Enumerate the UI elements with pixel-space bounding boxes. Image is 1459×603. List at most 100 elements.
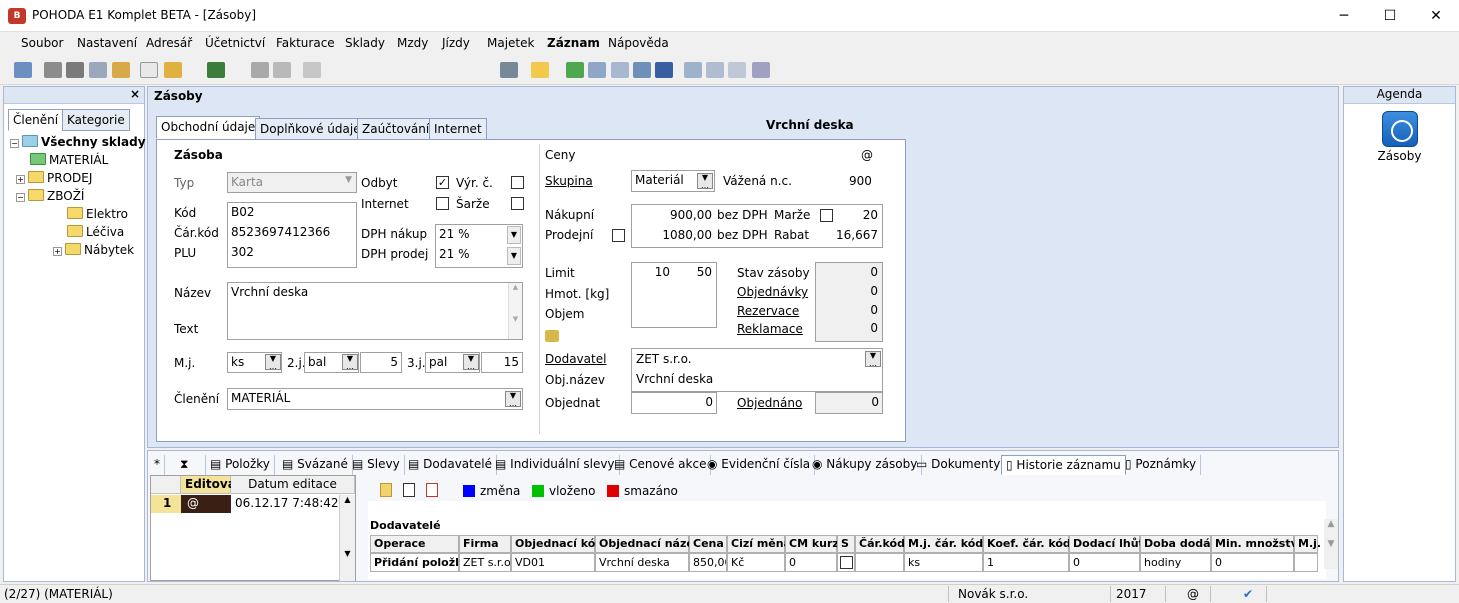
maximize-button[interactable]: ☐ xyxy=(1367,0,1413,32)
tab-evidencni-cisla[interactable]: ◉ Evidenční čísla xyxy=(703,455,816,475)
nakupni-field[interactable]: 900,00 xyxy=(670,208,712,222)
nazev-field[interactable]: Vrchní deska ▲ ▼ xyxy=(227,282,523,340)
tab-new[interactable]: * xyxy=(150,455,165,475)
close-icon[interactable]: × xyxy=(130,87,140,101)
cleneni-field[interactable]: MATERIÁL xyxy=(227,388,523,410)
ellipsis-icon[interactable]: ▼… xyxy=(505,391,521,408)
at-icon[interactable]: @ xyxy=(861,148,873,162)
ellipsis-icon[interactable]: ▼… xyxy=(463,354,479,371)
tab-nakupy-zasoby[interactable]: ◉ Nákupy zásoby xyxy=(808,455,923,475)
zasoby-icon[interactable] xyxy=(1382,111,1418,147)
minimize-button[interactable]: ─ xyxy=(1321,0,1367,32)
tree-item-prodej[interactable]: + PRODEJ xyxy=(16,171,92,189)
expand-icon[interactable]: + xyxy=(53,247,62,256)
marze-field[interactable]: 20 xyxy=(863,208,878,222)
tree-item-zbozi[interactable]: − ZBOŽÍ xyxy=(16,189,84,207)
menu-majetek[interactable]: Majetek xyxy=(487,36,534,50)
menu-soubor[interactable]: Soubor xyxy=(21,36,63,50)
filter-icon[interactable]: ⧗ xyxy=(176,455,206,475)
tab-poznamky[interactable]: ▯ Poznámky xyxy=(1121,455,1202,475)
menu-nastaveni[interactable]: Nastavení xyxy=(77,36,137,50)
tab-cenove-akce[interactable]: ▤ Cenové akce xyxy=(610,455,712,475)
tab-individualni-slevy[interactable]: ▤ Individuální slevy xyxy=(491,455,620,475)
datum-editace-header[interactable]: Datum editace xyxy=(231,476,355,494)
menu-zaznam[interactable]: Záznam xyxy=(547,36,600,50)
tree-toggle-icon[interactable] xyxy=(14,62,32,78)
ellipsis-icon[interactable]: ▼… xyxy=(342,354,358,371)
agenda-item-zasoby[interactable]: Zásoby xyxy=(1344,149,1455,163)
dodavatel-field[interactable]: ZET s.r.o. xyxy=(636,352,692,366)
wizard-icon[interactable] xyxy=(164,62,182,78)
tab-cleneni[interactable]: Členění xyxy=(8,109,64,131)
back-arrow-icon[interactable] xyxy=(207,62,225,78)
close-button[interactable]: ✕ xyxy=(1413,0,1459,32)
editoval-cell[interactable]: @ xyxy=(181,495,231,513)
tab-dokumenty[interactable]: ▭ Dokumenty xyxy=(912,455,1006,475)
objednano-link[interactable]: Objednáno xyxy=(737,396,802,410)
scrollbar[interactable]: ▲ ▼ xyxy=(508,283,522,339)
open-folder-icon[interactable] xyxy=(531,62,549,78)
preview-icon[interactable] xyxy=(89,62,107,78)
mj3-qty-field[interactable]: 15 xyxy=(481,352,523,373)
note-icon[interactable] xyxy=(728,62,746,78)
tree-item-leciva[interactable]: Léčiva xyxy=(67,225,124,243)
tab-kategorie[interactable]: Kategorie xyxy=(62,109,130,131)
menu-mzdy[interactable]: Mzdy xyxy=(397,36,428,50)
limit-max-field[interactable]: 50 xyxy=(697,265,712,279)
dodavatel-label[interactable]: Dodavatel xyxy=(545,352,606,366)
tree-item-elektro[interactable]: Elektro xyxy=(67,207,128,225)
odbyt-checkbox[interactable]: ✓ xyxy=(436,176,449,189)
mj2-qty-field[interactable]: 5 xyxy=(360,352,402,373)
tab-dodavatele[interactable]: ▤ Dodavatelé xyxy=(404,455,497,475)
tab-zauctovani[interactable]: Zaúčtování xyxy=(357,118,435,140)
tab-doplnkove-udaje[interactable]: Doplňkové údaje xyxy=(255,118,366,140)
print-setup-icon[interactable] xyxy=(44,62,62,78)
scrollbar[interactable]: ▲ ▼ xyxy=(339,495,355,581)
tree-item-nabytek[interactable]: + Nábytek xyxy=(53,243,134,261)
calculator-icon[interactable] xyxy=(611,62,629,78)
filter-icon[interactable] xyxy=(500,62,518,78)
carkod-field[interactable]: 8523697412366 xyxy=(231,225,330,239)
rezervace-link[interactable]: Rezervace xyxy=(737,304,799,318)
form-icon[interactable] xyxy=(706,62,724,78)
dph-nakup-select[interactable]: 21 % xyxy=(439,227,470,241)
datum-editace-cell[interactable]: 06.12.17 7:48:42 xyxy=(235,496,339,510)
document-icon[interactable] xyxy=(426,483,438,497)
menu-adresar[interactable]: Adresář xyxy=(146,36,192,50)
marze-checkbox[interactable] xyxy=(820,209,833,222)
objednavky-link[interactable]: Objednávky xyxy=(737,285,808,299)
tab-slevy[interactable]: ▤ Slevy xyxy=(348,455,405,475)
rabat-field[interactable]: 16,667 xyxy=(836,228,878,242)
editoval-header[interactable]: Editoval xyxy=(181,476,240,494)
collapse-icon[interactable]: − xyxy=(16,193,25,202)
list-icon[interactable] xyxy=(684,62,702,78)
menu-napoveda[interactable]: Nápověda xyxy=(608,36,669,50)
tab-obchodni-udaje[interactable]: Obchodní údaje xyxy=(156,116,261,139)
iban-icon[interactable] xyxy=(655,62,673,78)
prodejni-checkbox[interactable] xyxy=(612,229,625,242)
scrollbar[interactable]: ▲ ▼ xyxy=(1324,519,1338,569)
dph-prodej-select[interactable]: 21 % xyxy=(439,247,470,261)
tab-svazane[interactable]: ▤ Svázané xyxy=(278,455,353,475)
table-icon[interactable] xyxy=(588,62,606,78)
grid-icon[interactable] xyxy=(633,62,651,78)
kod-field[interactable]: B02 xyxy=(231,205,255,219)
tree-item-root[interactable]: − Všechny sklady xyxy=(10,135,146,153)
prodejni-field[interactable]: 1080,00 xyxy=(662,228,712,242)
ellipsis-icon[interactable]: ▼… xyxy=(865,351,881,368)
export-icon[interactable] xyxy=(112,62,130,78)
objnazev-field[interactable]: Vrchní deska xyxy=(636,372,713,386)
pencil-icon[interactable] xyxy=(566,62,584,78)
internet-checkbox[interactable] xyxy=(436,197,449,210)
help-icon[interactable] xyxy=(752,62,770,78)
chevron-down-icon[interactable]: ▼ xyxy=(507,247,521,265)
reklamace-link[interactable]: Reklamace xyxy=(737,322,803,336)
calculator-icon[interactable] xyxy=(545,330,559,342)
sarze-checkbox[interactable] xyxy=(511,197,524,210)
copy-icon[interactable] xyxy=(303,62,321,78)
menu-fakturace[interactable]: Fakturace xyxy=(276,36,335,50)
new-record-icon[interactable] xyxy=(140,62,158,78)
objednat-field[interactable]: 0 xyxy=(631,392,717,414)
limit-min-field[interactable]: 10 xyxy=(655,265,670,279)
plu-field[interactable]: 302 xyxy=(231,245,254,259)
